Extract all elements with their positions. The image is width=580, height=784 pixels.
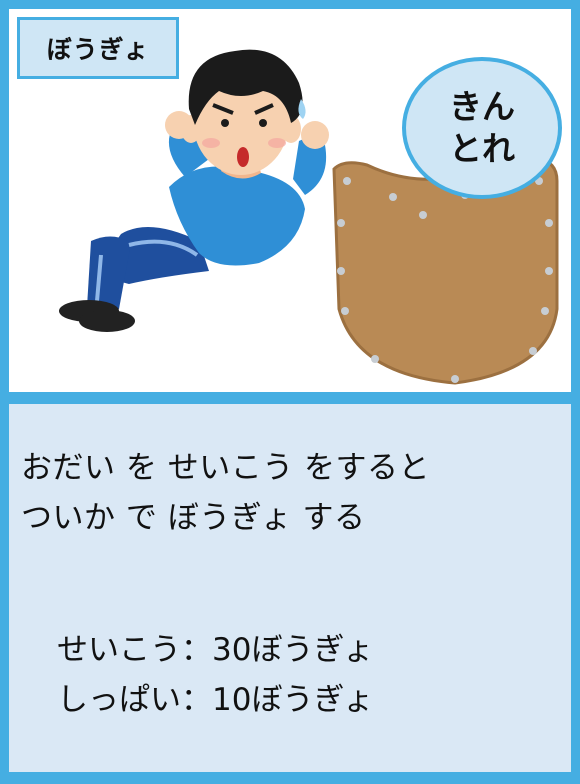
description-line-1: おだい を せいこう をすると bbox=[21, 450, 431, 486]
description-panel: おだい を せいこう をすると ついか で ぼうぎょ する せいこう：30ぼうぎ… bbox=[9, 404, 571, 772]
defense-card[interactable]: ぼうぎょ きん とれ おだい を せいこう をすると ついか で ぼうぎょ する… bbox=[0, 0, 580, 784]
skill-badge: きん とれ bbox=[402, 57, 562, 199]
skill-name-line1: きん bbox=[449, 87, 515, 126]
success-result: せいこう：30ぼうぎょ bbox=[57, 632, 374, 668]
category-label: ぼうぎょ bbox=[17, 17, 179, 79]
sit-up-person-illustration bbox=[59, 49, 329, 332]
skill-name-line2: とれ bbox=[449, 129, 515, 168]
leather-shield-icon bbox=[332, 157, 559, 385]
description-line-2: ついか で ぼうぎょ する bbox=[21, 500, 366, 536]
card-art-panel: ぼうぎょ きん とれ bbox=[9, 9, 571, 392]
failure-result: しっぱい：10ぼうぎょ bbox=[57, 682, 374, 718]
